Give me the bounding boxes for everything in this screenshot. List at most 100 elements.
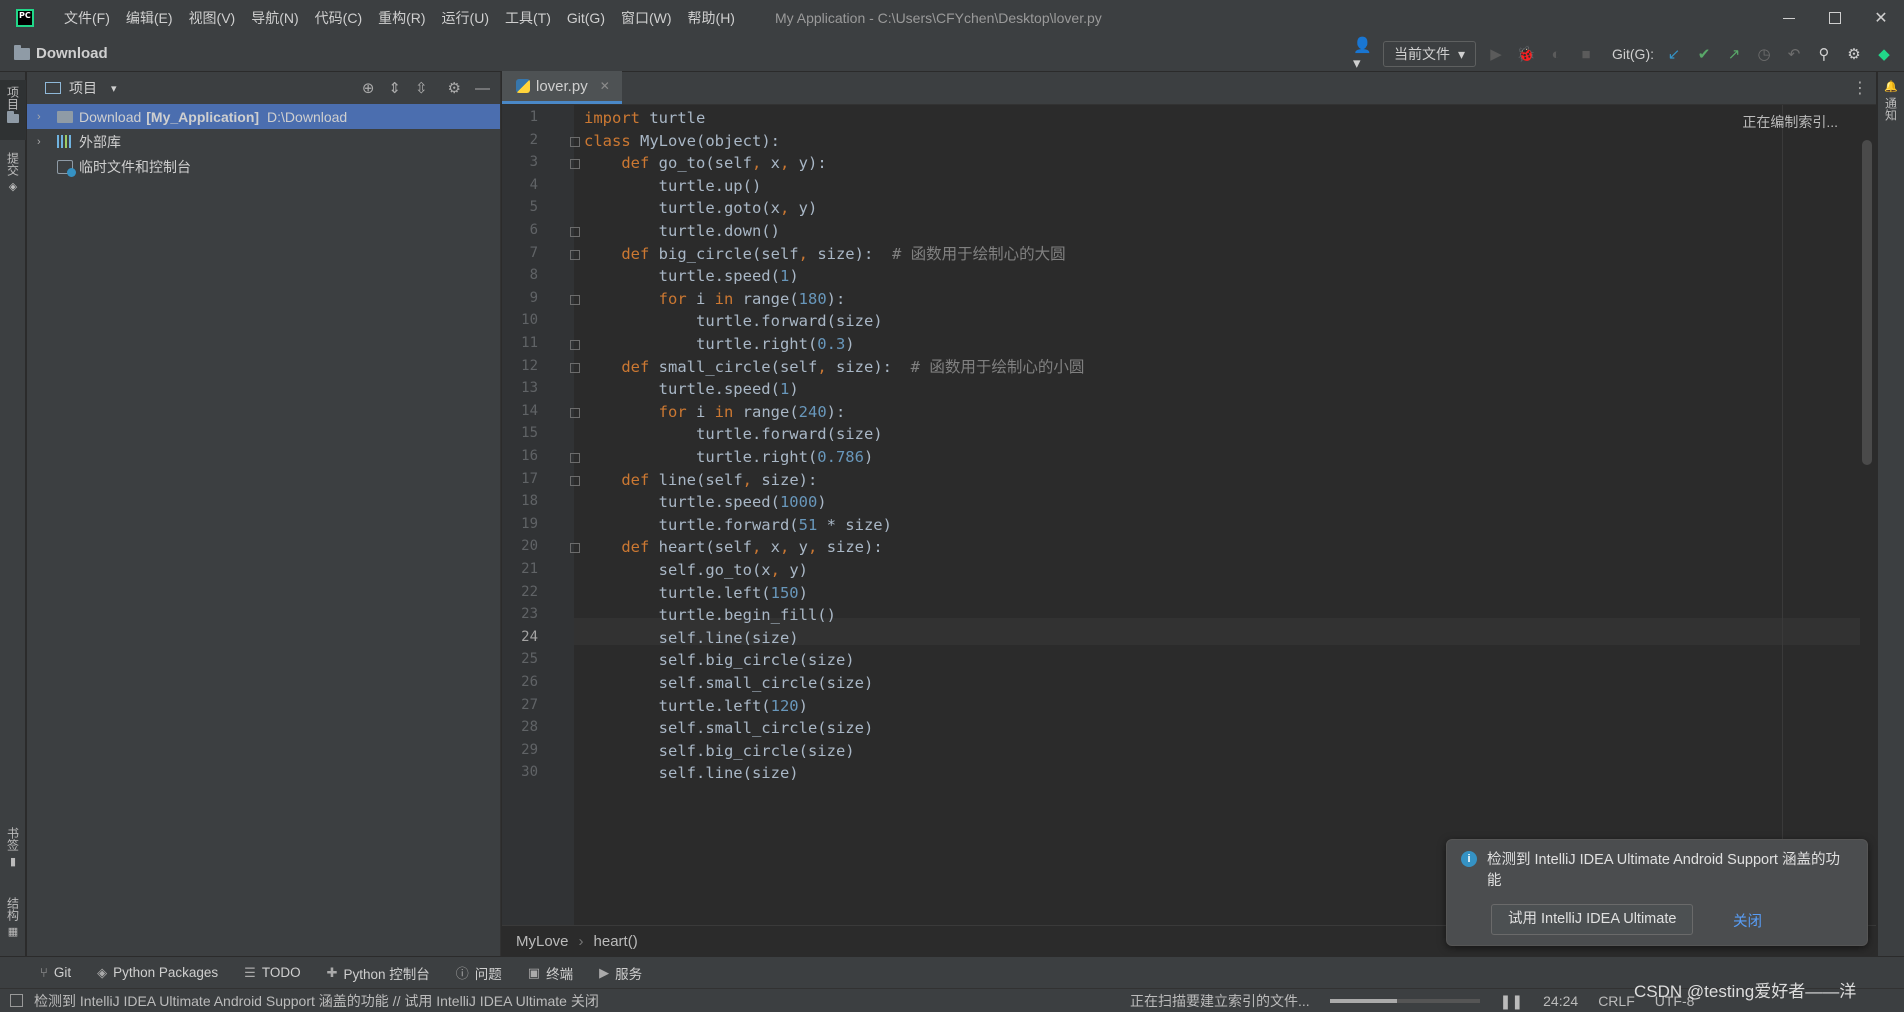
- commit-tool-button[interactable]: 提交 ◈: [0, 152, 26, 212]
- services-icon: ▶: [599, 964, 610, 980]
- status-bar: 检测到 IntelliJ IDEA Ultimate Android Suppo…: [0, 988, 1904, 1012]
- close-icon: ✕: [1874, 10, 1888, 27]
- menu-file[interactable]: 文件(F): [56, 0, 118, 36]
- project-panel-title[interactable]: 项目: [69, 78, 97, 98]
- line-number: 18: [521, 493, 538, 510]
- git-update-icon[interactable]: ↙: [1664, 44, 1684, 64]
- toolwindow-terminal[interactable]: ▣ 终端: [528, 963, 573, 983]
- maximize-button[interactable]: [1812, 0, 1858, 36]
- git-label: Git(G):: [1612, 46, 1654, 62]
- minimize-button[interactable]: [1766, 0, 1812, 36]
- line-number: 7: [529, 244, 538, 261]
- search-icon[interactable]: ⚲: [1814, 44, 1834, 64]
- menu-help[interactable]: 帮助(H): [680, 0, 743, 36]
- run-config-label: 当前文件: [1393, 46, 1450, 62]
- toggle-tool-windows-icon[interactable]: [10, 994, 23, 1007]
- tool-window-bar: ⑂ Git ◈ Python Packages ☰ TODO ✚ Python 控制台 …: [0, 956, 1904, 988]
- line-number: 13: [521, 380, 538, 397]
- chevron-right-icon[interactable]: ›: [37, 136, 49, 148]
- tree-item-external-libraries[interactable]: › 外部库: [27, 129, 500, 154]
- title-bar: 文件(F) 编辑(E) 视图(V) 导航(N) 代码(C) 重构(R) 运行(U…: [0, 0, 1904, 36]
- menu-edit[interactable]: 编辑(E): [118, 0, 181, 36]
- caret-position[interactable]: 24:24: [1543, 993, 1578, 1009]
- line-number: 12: [521, 357, 538, 374]
- chevron-down-icon[interactable]: ▾: [111, 82, 117, 95]
- try-ultimate-button[interactable]: 试用 IntelliJ IDEA Ultimate: [1491, 904, 1694, 935]
- line-separator[interactable]: CRLF: [1598, 993, 1635, 1009]
- menu-run[interactable]: 运行(U): [434, 0, 497, 36]
- nav-breadcrumb-folder[interactable]: Download: [14, 44, 108, 62]
- expand-all-icon[interactable]: ⇕: [388, 79, 401, 97]
- breadcrumb-class[interactable]: MyLove: [516, 933, 569, 950]
- editor-tab-bar: lover.py ✕ ⋮: [502, 71, 1876, 105]
- pause-icon[interactable]: ❚❚: [1500, 993, 1523, 1010]
- pycharm-logo-icon: [16, 9, 34, 27]
- toolwindow-git[interactable]: ⑂ Git: [40, 965, 71, 980]
- scratch-icon: [57, 159, 76, 177]
- line-number: 26: [521, 674, 538, 690]
- toolwindow-problems[interactable]: ⓘ 问题: [456, 963, 502, 983]
- debug-icon[interactable]: 🐞: [1516, 44, 1536, 64]
- menu-window[interactable]: 窗口(W): [613, 0, 680, 36]
- layers-icon: ◈: [97, 964, 108, 980]
- tree-item-scratches[interactable]: 临时文件和控制台: [27, 154, 500, 179]
- toolwindow-label: 服务: [615, 966, 643, 982]
- bookmarks-tool-button[interactable]: 书签 ▮: [0, 827, 26, 887]
- tree-item-download[interactable]: › Download [My_Application] D:\Download: [27, 104, 500, 129]
- coverage-icon[interactable]: ◐: [1546, 44, 1566, 64]
- toolwindow-label: Git: [53, 965, 72, 980]
- more-icon[interactable]: ⋮: [1852, 78, 1868, 98]
- line-number: 22: [521, 583, 538, 600]
- editor-scrollbar[interactable]: [1862, 140, 1872, 465]
- toolwindow-python-packages[interactable]: ◈ Python Packages: [97, 965, 218, 981]
- menu-tools[interactable]: 工具(T): [497, 0, 559, 36]
- toolwindow-todo[interactable]: ☰ TODO: [244, 965, 300, 981]
- rollback-icon[interactable]: ↶: [1784, 44, 1804, 64]
- indexing-progress-text: 正在扫描要建立索引的文件...: [1130, 993, 1310, 1009]
- locate-icon[interactable]: ⊕: [362, 79, 375, 97]
- stop-icon[interactable]: ■: [1576, 44, 1596, 64]
- line-number: 9: [529, 289, 538, 306]
- gear-icon[interactable]: ⚙: [448, 79, 461, 97]
- collapse-all-icon[interactable]: ⇳: [415, 79, 428, 97]
- folder-icon: [14, 44, 30, 60]
- tab-lover-py[interactable]: lover.py ✕: [502, 71, 622, 104]
- menu-code[interactable]: 代码(C): [307, 0, 370, 36]
- notifications-tool-button[interactable]: 🔔 通知: [1878, 80, 1904, 140]
- run-icon[interactable]: ▶: [1486, 44, 1506, 64]
- bookmarks-tool-label: 书签: [5, 827, 20, 851]
- menu-refactor[interactable]: 重构(R): [370, 0, 433, 36]
- line-number: 15: [521, 425, 538, 442]
- structure-tool-button[interactable]: 结构 ▦: [0, 897, 26, 957]
- tree-item-module: [My_Application]: [146, 108, 260, 125]
- breadcrumb-method[interactable]: heart(): [594, 933, 638, 950]
- project-panel-header: 项目 ▾ ⊕ ⇕ ⇳ ⚙ —: [27, 72, 500, 104]
- hide-icon[interactable]: —: [475, 80, 490, 97]
- notification-message: 检测到 IntelliJ IDEA Ultimate Android Suppo…: [1487, 852, 1840, 889]
- gear-icon[interactable]: ⚙: [1844, 44, 1864, 64]
- git-commit-icon[interactable]: ✔: [1694, 44, 1714, 64]
- history-icon[interactable]: ◷: [1754, 44, 1774, 64]
- run-config-dropdown[interactable]: 当前文件 ▾: [1382, 41, 1476, 67]
- toolwindow-python-console[interactable]: ✚ Python 控制台: [327, 963, 430, 983]
- status-message[interactable]: 检测到 IntelliJ IDEA Ultimate Android Suppo…: [34, 991, 599, 1011]
- menu-view[interactable]: 视图(V): [181, 0, 244, 36]
- line-number: 16: [521, 448, 538, 464]
- close-button[interactable]: ✕: [1858, 0, 1904, 36]
- close-notification-link[interactable]: 关闭: [1733, 910, 1762, 931]
- editor: lover.py ✕ ⋮ 1 2 3 4 5 6 7 8 9 10 11 12 13 14 15 16 17 18…: [502, 71, 1876, 956]
- menu-navigate[interactable]: 导航(N): [243, 0, 306, 36]
- jetbrains-icon[interactable]: ◆: [1874, 44, 1894, 64]
- structure-icon: ▦: [7, 926, 19, 938]
- line-number: 6: [529, 222, 538, 238]
- menu-git[interactable]: Git(G): [559, 0, 613, 36]
- commit-icon: ◈: [8, 181, 18, 193]
- close-icon[interactable]: ✕: [600, 79, 610, 93]
- git-push-icon[interactable]: ↗: [1724, 44, 1744, 64]
- chevron-right-icon[interactable]: ›: [37, 111, 49, 123]
- code-editor-area[interactable]: import turtle class MyLove(object): def …: [574, 105, 1860, 925]
- project-tool-button[interactable]: 项目: [0, 80, 26, 140]
- user-icon[interactable]: 👤▾: [1353, 37, 1373, 72]
- toolwindow-services[interactable]: ▶ 服务: [599, 963, 642, 983]
- main-menu: 文件(F) 编辑(E) 视图(V) 导航(N) 代码(C) 重构(R) 运行(U…: [56, 0, 743, 36]
